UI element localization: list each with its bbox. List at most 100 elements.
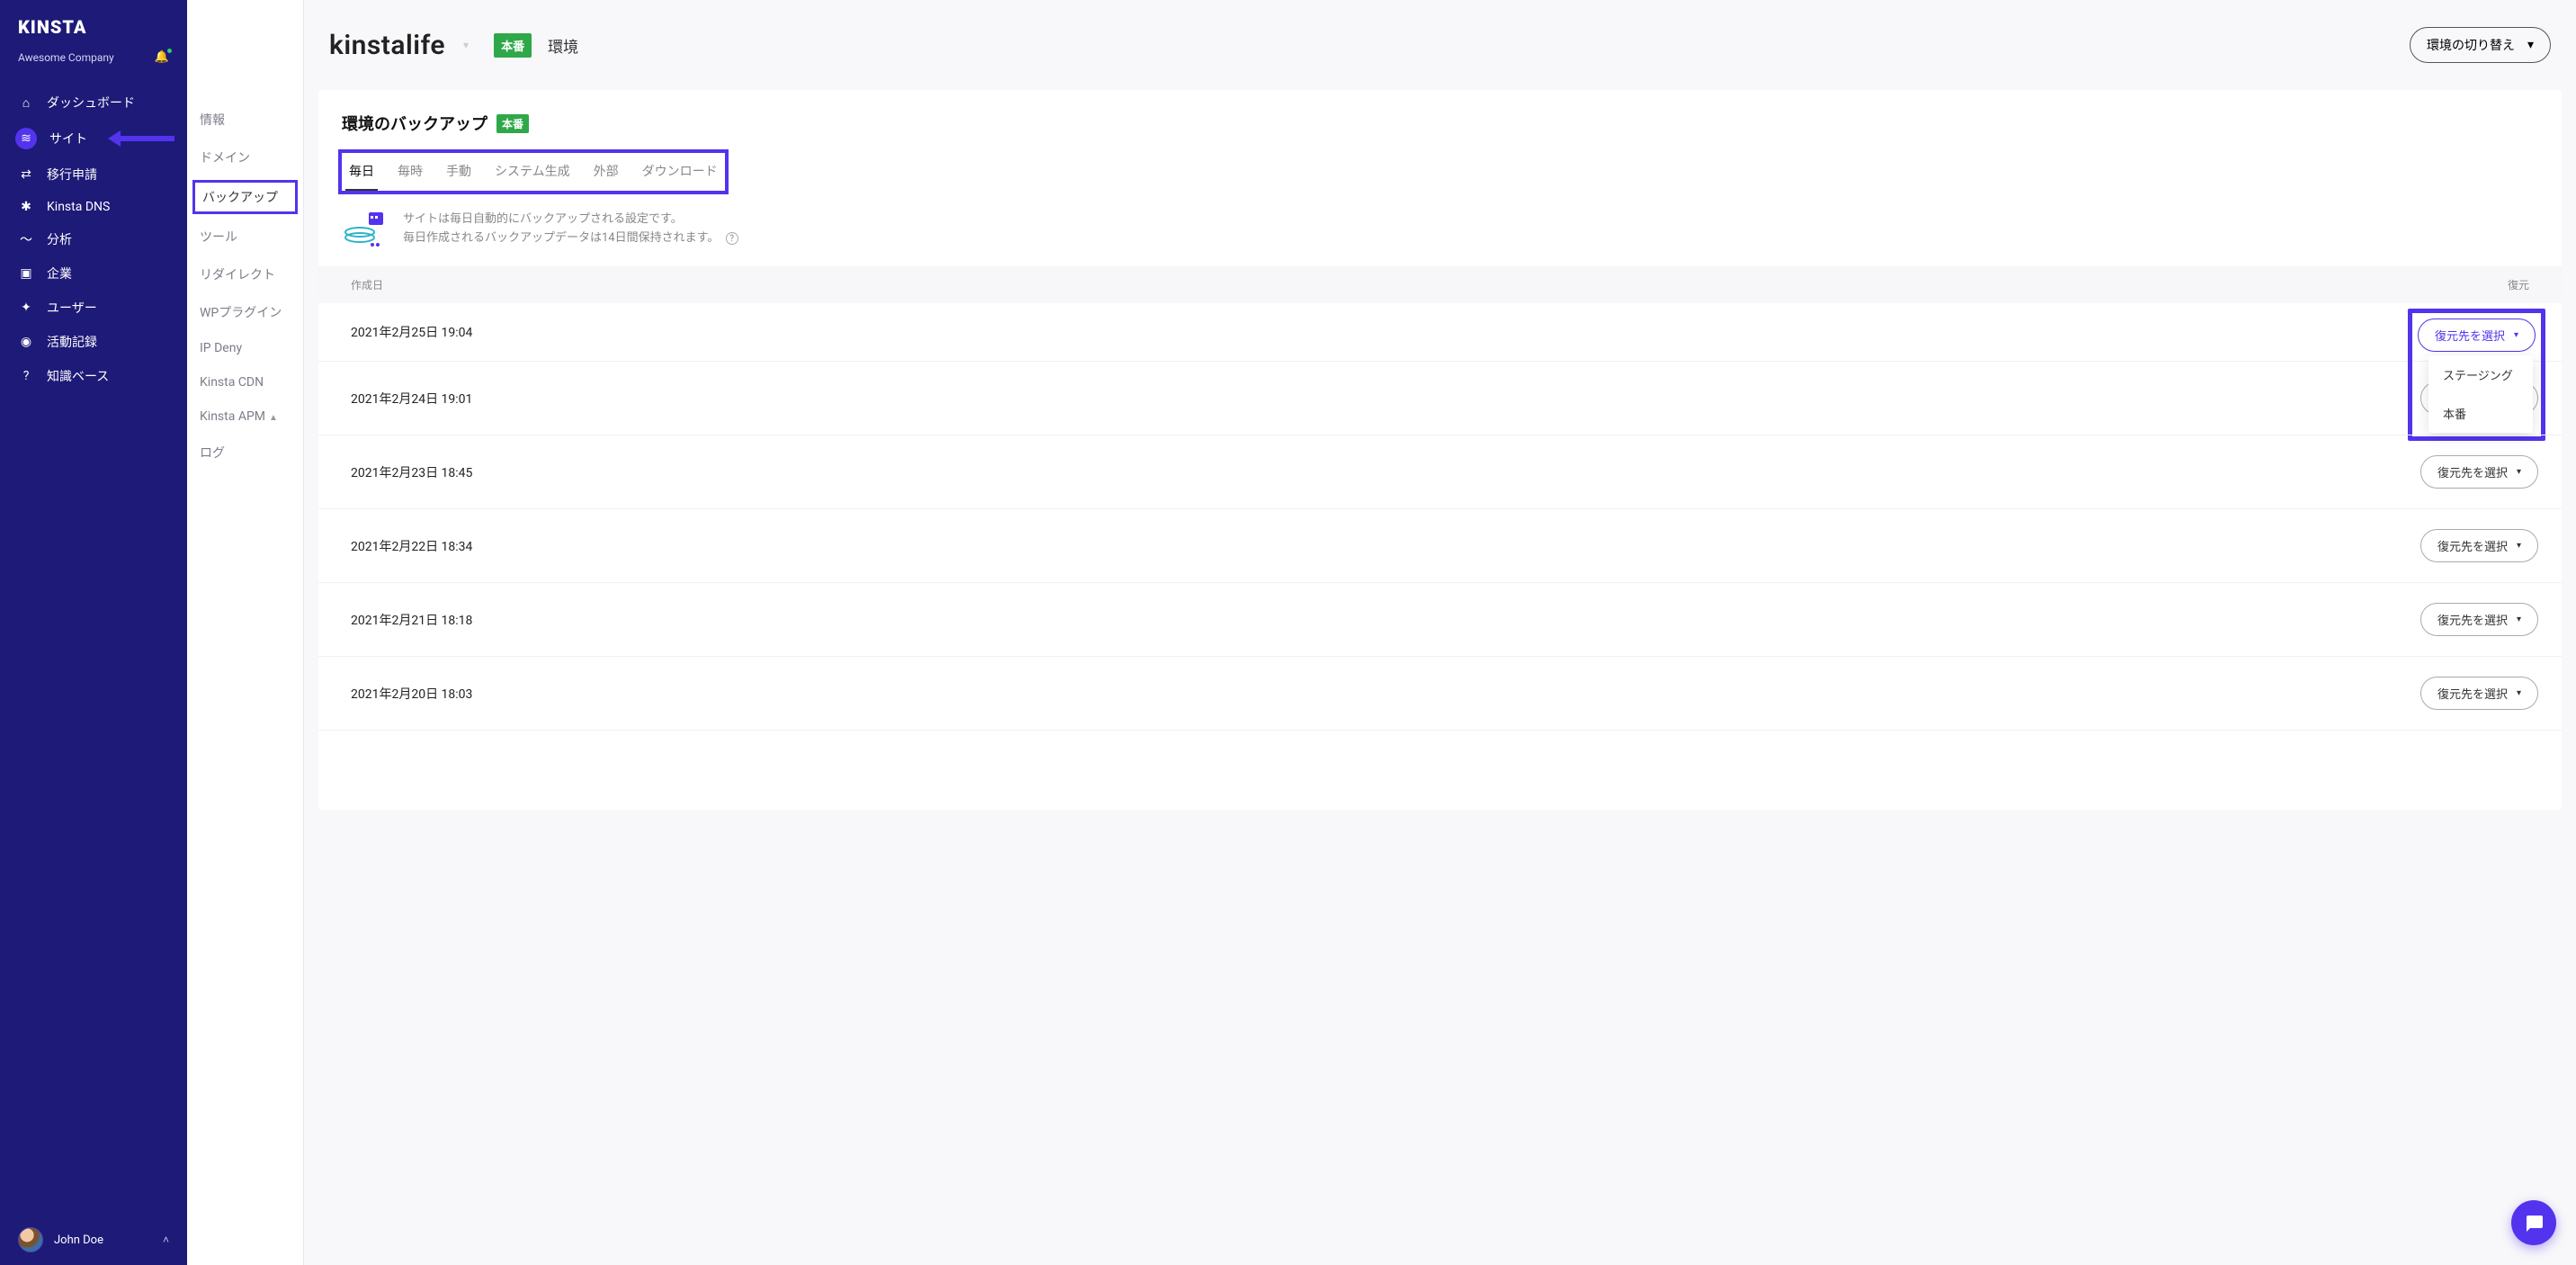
beta-badge-icon: ▲ [269, 413, 278, 423]
nav-label: ユーザー [47, 299, 97, 317]
nav-knowledge[interactable]: ? 知識ベース [0, 359, 187, 393]
subnav-backup[interactable]: バックアップ [192, 180, 298, 214]
info-line2: 毎日作成されるバックアップデータは14日間保持されます。 [403, 231, 719, 245]
main-content: kinstalife ▾ 本番 環境 環境の切り替え ▾ 環境のバックアップ 本… [304, 0, 2576, 1265]
main-header: kinstalife ▾ 本番 環境 環境の切り替え ▾ [304, 0, 2576, 90]
sites-icon: ≋ [15, 128, 37, 149]
nav-label: 企業 [47, 265, 72, 283]
backup-date: 2021年2月22日 18:34 [342, 537, 472, 555]
col-restore: 復元 [2508, 277, 2529, 292]
logo: KINSTA [0, 0, 187, 45]
users-icon: ✦ [18, 301, 34, 315]
restore-select-button[interactable]: 復元先を選択 ▾ [2418, 318, 2536, 352]
chevron-down-icon: ▾ [2517, 541, 2521, 551]
subnav-plugins[interactable]: WPプラグイン [187, 293, 303, 331]
user-name: John Doe [54, 1234, 103, 1247]
info-row: サイトは毎日自動的にバックアップされる設定です。 毎日作成されるバックアップデー… [318, 203, 2562, 266]
nav-label: サイト [49, 130, 87, 148]
info-line1: サイトは毎日自動的にバックアップされる設定です。 [403, 211, 738, 229]
chevron-down-icon: ▾ [2514, 330, 2518, 340]
table-row: 2021年2月24日 19:01 復元先を選択 ▾ [318, 362, 2562, 435]
restore-label: 復元先を選択 [2435, 327, 2505, 344]
primary-sidebar: KINSTA Awesome Company 🔔 ⌂ ダッシュボード ≋ サイト… [0, 0, 187, 1265]
subnav-redirect[interactable]: リダイレクト [187, 256, 303, 293]
backup-date: 2021年2月20日 18:03 [342, 685, 472, 703]
subnav-logs[interactable]: ログ [187, 434, 303, 471]
restore-select-button[interactable]: 復元先を選択 ▾ [2420, 529, 2538, 562]
tab-system[interactable]: システム生成 [491, 157, 574, 191]
backup-date: 2021年2月21日 18:18 [342, 611, 472, 629]
logo-text: KINSTA [18, 16, 86, 38]
subnav-apm[interactable]: Kinsta APM▲ [187, 399, 303, 434]
subnav-tools[interactable]: ツール [187, 218, 303, 256]
tab-daily[interactable]: 毎日 [345, 157, 378, 191]
home-icon: ⌂ [18, 95, 34, 111]
restore-label: 復元先を選択 [2437, 611, 2508, 628]
subnav-ipdeny[interactable]: IP Deny [187, 331, 303, 365]
notification-bell-icon[interactable]: 🔔 [155, 50, 169, 64]
dropdown-staging[interactable]: ステージング [2428, 355, 2533, 394]
site-subnav: 情報 ドメイン バックアップ ツール リダイレクト WPプラグイン IP Den… [187, 0, 304, 1265]
restore-select-button[interactable]: 復元先を選択 ▾ [2420, 455, 2538, 489]
nav-migrations[interactable]: ⇄ 移行申請 [0, 157, 187, 192]
tab-external[interactable]: 外部 [590, 157, 622, 191]
col-created: 作成日 [351, 277, 383, 292]
chevron-down-icon: ▾ [2527, 38, 2534, 52]
restore-label: 復元先を選択 [2437, 463, 2508, 480]
backup-date: 2021年2月23日 18:45 [342, 463, 472, 481]
nav-list: ⌂ ダッシュボード ≋ サイト ⇄ 移行申請 ✱ Kinsta DNS 〜 分析… [0, 80, 187, 393]
subnav-domain[interactable]: ドメイン [187, 139, 303, 176]
nav-company[interactable]: ▣ 企業 [0, 256, 187, 291]
chevron-up-icon: ˄ [163, 1234, 169, 1246]
env-switch-label: 環境の切り替え [2427, 36, 2515, 54]
tab-manual[interactable]: 手動 [443, 157, 475, 191]
nav-label: 活動記録 [47, 333, 97, 351]
chat-widget-button[interactable] [2511, 1200, 2556, 1245]
backup-calendar-icon [342, 211, 385, 248]
avatar [18, 1227, 43, 1252]
nav-dashboard[interactable]: ⌂ ダッシュボード [0, 85, 187, 120]
nav-dns[interactable]: ✱ Kinsta DNS [0, 192, 187, 222]
nav-sites[interactable]: ≋ サイト [0, 120, 187, 157]
nav-label: 知識ベース [47, 367, 109, 385]
chevron-down-icon: ▾ [2517, 688, 2521, 698]
backup-date: 2021年2月24日 19:01 [342, 390, 472, 408]
tab-download[interactable]: ダウンロード [639, 157, 721, 191]
info-text: サイトは毎日自動的にバックアップされる設定です。 毎日作成されるバックアップデー… [403, 211, 738, 248]
restore-dropdown: ステージング 本番 [2428, 355, 2533, 433]
analytics-icon: 〜 [18, 230, 34, 248]
user-footer[interactable]: John Doe ˄ [0, 1215, 187, 1265]
help-tooltip-icon[interactable]: ? [726, 232, 738, 245]
restore-label: 復元先を選択 [2437, 537, 2508, 554]
env-switch-button[interactable]: 環境の切り替え ▾ [2410, 27, 2551, 63]
nav-users[interactable]: ✦ ユーザー [0, 291, 187, 325]
eye-icon: ◉ [18, 335, 34, 349]
table-row: 2021年2月25日 19:04 復元先を選択 ▾ ステージング 本番 [318, 303, 2562, 362]
chevron-down-icon: ▾ [2517, 467, 2521, 477]
nav-label: Kinsta DNS [47, 200, 110, 214]
table-row: 2021年2月21日 18:18 復元先を選択 ▾ [318, 583, 2562, 657]
subnav-cdn[interactable]: Kinsta CDN [187, 365, 303, 399]
env-label: 環境 [548, 34, 578, 57]
backup-date: 2021年2月25日 19:04 [342, 323, 472, 341]
site-chevron-icon[interactable]: ▾ [463, 39, 469, 51]
table-row: 2021年2月22日 18:34 復元先を選択 ▾ [318, 509, 2562, 583]
subnav-info[interactable]: 情報 [187, 101, 303, 139]
nav-analytics[interactable]: 〜 分析 [0, 222, 187, 256]
restore-select-button[interactable]: 復元先を選択 ▾ [2420, 603, 2538, 636]
chevron-down-icon: ▾ [2517, 615, 2521, 624]
annotation-arrow [108, 130, 174, 147]
tab-hourly[interactable]: 毎時 [394, 157, 426, 191]
restore-select-button[interactable]: 復元先を選択 ▾ [2420, 677, 2538, 710]
table-header: 作成日 復元 [318, 266, 2562, 303]
backup-panel: 環境のバックアップ 本番 毎日 毎時 手動 システム生成 外部 ダウンロード [318, 90, 2562, 810]
env-badge: 本番 [494, 33, 532, 58]
dns-icon: ✱ [18, 200, 34, 214]
table-row: 2021年2月20日 18:03 復元先を選択 ▾ [318, 657, 2562, 731]
dropdown-production[interactable]: 本番 [2428, 394, 2533, 433]
nav-activity[interactable]: ◉ 活動記録 [0, 325, 187, 359]
panel-title: 環境のバックアップ [342, 112, 487, 135]
table-row: 2021年2月23日 18:45 復元先を選択 ▾ [318, 435, 2562, 509]
panel-heading: 環境のバックアップ 本番 [318, 112, 2562, 146]
nav-label: 移行申請 [47, 166, 97, 184]
